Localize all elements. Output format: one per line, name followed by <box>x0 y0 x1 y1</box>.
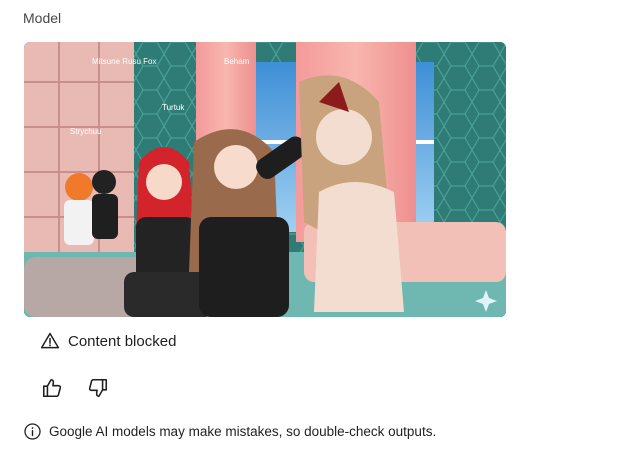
disclaimer-text: Google AI models may make mistakes, so d… <box>49 424 437 439</box>
thumbs-up-button[interactable] <box>40 376 64 400</box>
generated-image[interactable]: Mitsune Rusu Fox Beham Turtuk Strychuu <box>24 42 506 317</box>
scene-label-turtuk: Turtuk <box>162 103 185 112</box>
feedback-actions <box>40 376 110 400</box>
content-blocked-notice: Content blocked <box>40 331 176 351</box>
disclaimer: Google AI models may make mistakes, so d… <box>23 422 436 441</box>
role-label: Model <box>23 10 62 26</box>
thumbs-down-icon <box>88 378 108 398</box>
thumbs-up-icon <box>42 378 62 398</box>
scene-label-beham: Beham <box>224 57 250 66</box>
warning-triangle-icon <box>40 332 60 349</box>
info-icon <box>24 423 41 440</box>
generated-image-art: Mitsune Rusu Fox Beham Turtuk Strychuu <box>24 42 506 317</box>
scene-label-strychuu: Strychuu <box>70 127 102 136</box>
thumbs-down-button[interactable] <box>86 376 110 400</box>
model-response: Model Mitsune Rusu Fox Beham Turtuk Stry… <box>0 0 622 450</box>
content-blocked-text: Content blocked <box>68 332 177 350</box>
scene-label-mitsune: Mitsune Rusu Fox <box>92 57 156 66</box>
